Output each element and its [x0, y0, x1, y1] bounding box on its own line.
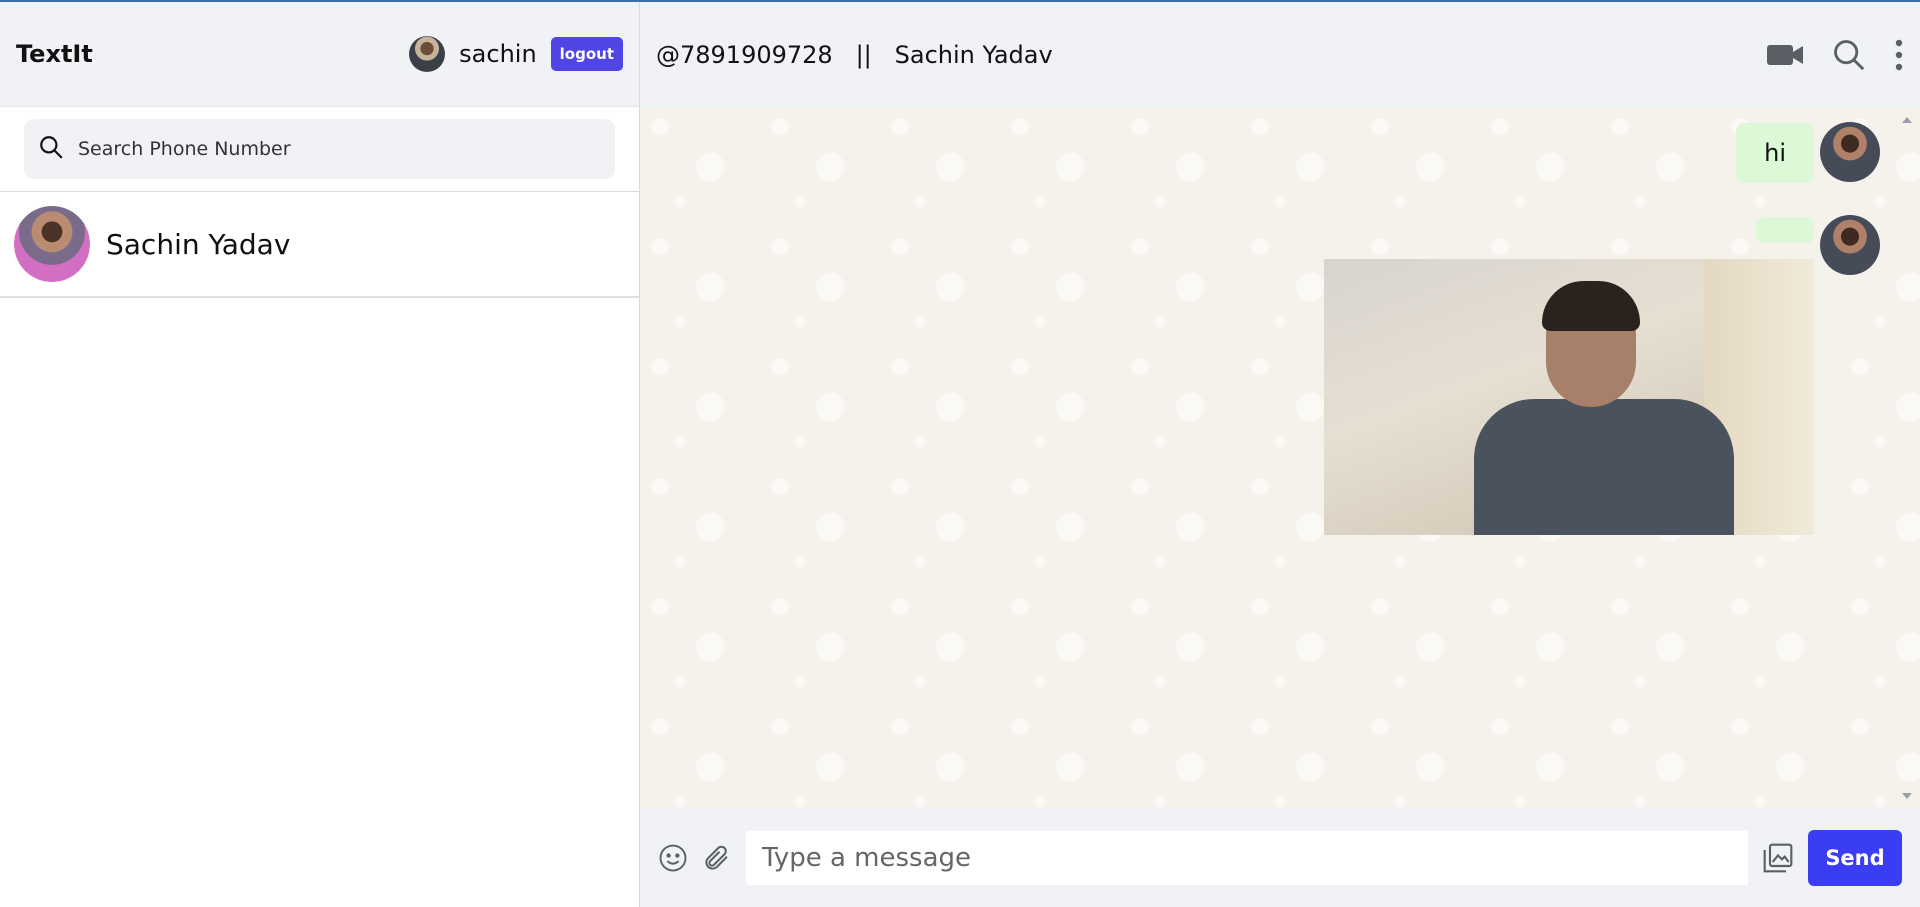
emoji-icon[interactable]: [658, 843, 688, 873]
scrollbar[interactable]: [1894, 107, 1920, 809]
message-row: [1756, 217, 1814, 243]
sidebar: TextIt sachin logout Sachin Yadav: [0, 2, 640, 907]
app-logo: TextIt: [16, 40, 93, 68]
search-input[interactable]: [78, 138, 601, 160]
scroll-down-arrow[interactable]: [1902, 793, 1912, 799]
username: sachin: [459, 40, 537, 68]
photo-person-hair: [1542, 281, 1640, 331]
message-composer: Send: [640, 809, 1920, 907]
photo-person-body: [1474, 399, 1734, 535]
search-icon[interactable]: [1832, 38, 1866, 72]
chat-title: @7891909728 || Sachin Yadav: [656, 40, 1053, 69]
contact-list-item[interactable]: Sachin Yadav: [0, 192, 639, 298]
user-avatar[interactable]: [409, 36, 446, 72]
search-icon: [38, 134, 64, 164]
sender-avatar: [1820, 122, 1880, 182]
sidebar-header: TextIt sachin logout: [0, 2, 639, 107]
search-container: [0, 107, 639, 192]
contact-name: Sachin Yadav: [106, 227, 291, 261]
message-bubble: [1756, 217, 1814, 243]
message-row: hi: [1736, 123, 1814, 183]
message-list[interactable]: hi: [640, 107, 1920, 809]
message-input[interactable]: [746, 831, 1748, 885]
sender-avatar: [1820, 215, 1880, 275]
scroll-up-arrow[interactable]: [1902, 117, 1912, 123]
send-button[interactable]: Send: [1808, 830, 1902, 886]
chat-panel: @7891909728 || Sachin Yadav hi Type a me…: [640, 2, 1920, 907]
more-vertical-icon[interactable]: [1894, 38, 1904, 72]
app: TextIt sachin logout Sachin Yadav @78919…: [0, 2, 1920, 907]
chat-header: @7891909728 || Sachin Yadav: [640, 2, 1920, 107]
search-box[interactable]: [24, 119, 615, 179]
image-message[interactable]: [1324, 259, 1814, 535]
user-area: sachin logout: [409, 36, 623, 72]
chat-header-actions: [1766, 38, 1904, 72]
gallery-icon[interactable]: [1762, 842, 1794, 874]
logout-button[interactable]: logout: [550, 37, 623, 71]
contact-avatar: [14, 206, 90, 282]
attachment-icon[interactable]: [702, 843, 732, 873]
video-icon[interactable]: [1766, 42, 1804, 68]
message-bubble: hi: [1736, 123, 1814, 183]
